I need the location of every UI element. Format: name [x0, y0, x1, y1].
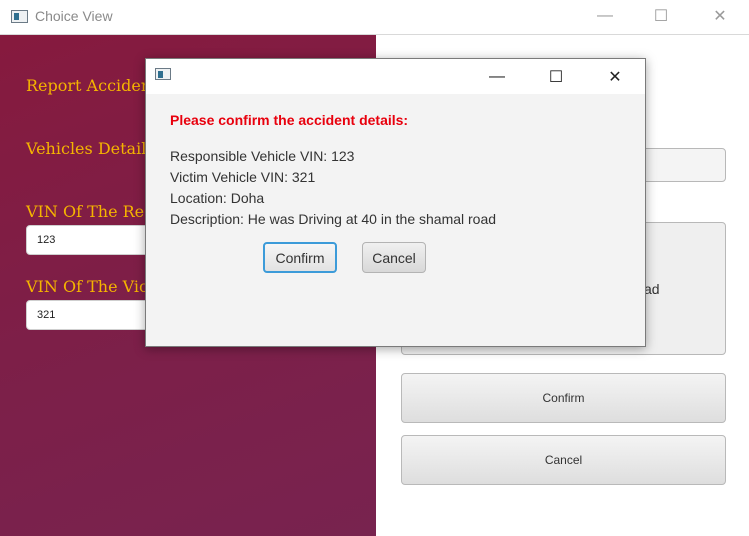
location-line: Location: Doha — [170, 190, 265, 206]
dialog-close-button[interactable]: ✕ — [592, 59, 638, 94]
report-accident-label: Report Accident — [26, 76, 158, 95]
dialog-heading: Please confirm the accident details: — [170, 112, 409, 128]
dialog-minimize-button[interactable]: — — [474, 59, 520, 94]
dialog-cancel-button[interactable]: Cancel — [362, 242, 426, 273]
victim-vin-line: Victim Vehicle VIN: 321 — [170, 169, 316, 185]
minimize-button[interactable]: — — [582, 0, 628, 32]
maximize-button[interactable]: ☐ — [638, 0, 684, 32]
vehicles-details-label: Vehicles Details — [26, 139, 155, 158]
confirm-button[interactable]: Confirm — [401, 373, 726, 423]
dialog-app-icon — [155, 68, 171, 80]
main-title-bar: Choice View — ☐ ✕ — [0, 0, 749, 35]
description-line: Description: He was Driving at 40 in the… — [170, 211, 497, 227]
confirmation-dialog: — ☐ ✕ Please confirm the accident detail… — [145, 58, 646, 347]
cancel-button[interactable]: Cancel — [401, 435, 726, 485]
dialog-confirm-button[interactable]: Confirm — [263, 242, 337, 273]
dialog-maximize-button[interactable]: ☐ — [533, 59, 579, 94]
dialog-title-bar: — ☐ ✕ — [146, 59, 645, 94]
description-text-fragment: ad — [644, 281, 660, 297]
window-title: Choice View — [35, 8, 113, 24]
responsible-vin-line: Responsible Vehicle VIN: 123 — [170, 148, 355, 164]
close-button[interactable]: ✕ — [697, 0, 743, 32]
app-icon — [11, 10, 28, 23]
